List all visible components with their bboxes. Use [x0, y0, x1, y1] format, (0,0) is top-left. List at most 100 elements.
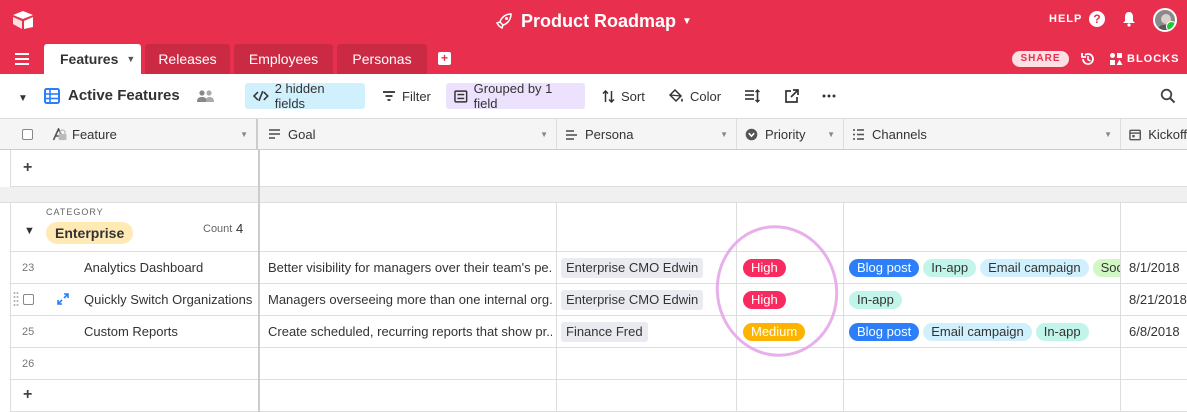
collapse-group-icon[interactable]: ▼: [24, 225, 35, 237]
group-icon: [454, 89, 468, 103]
priority-cell[interactable]: Medium: [743, 316, 841, 347]
priority-cell[interactable]: High: [743, 252, 841, 283]
goal-cell[interactable]: Better visibility for managers over thei…: [268, 252, 552, 283]
column-header-kickoff[interactable]: Kickoff: [1121, 119, 1187, 149]
kickoff-cell[interactable]: 8/1/2018: [1129, 252, 1187, 283]
persona-cell[interactable]: Finance Fred: [561, 316, 735, 347]
channel-pill: Blog post: [849, 258, 920, 277]
select-all-checkbox[interactable]: [22, 128, 33, 140]
view-switcher-caret-icon[interactable]: ▼: [18, 93, 28, 104]
airtable-logo-icon[interactable]: [12, 10, 34, 30]
feature-cell[interactable]: Quickly Switch Organizations: [84, 284, 254, 315]
channels-cell[interactable]: Blog post In-app Email campaign Soci: [849, 252, 1120, 283]
persona-column-menu-icon[interactable]: ▼: [720, 130, 728, 139]
column-header-feature[interactable]: Feature ▼: [0, 119, 258, 149]
hamburger-menu-icon[interactable]: [15, 53, 29, 65]
grid-view-icon[interactable]: [44, 88, 60, 104]
column-header-goal[interactable]: Goal ▼: [260, 119, 557, 149]
link-icon: [566, 129, 577, 140]
persona-cell[interactable]: Enterprise CMO Edwin: [561, 284, 735, 315]
linked-record[interactable]: Enterprise CMO Edwin: [561, 257, 704, 278]
row-number: 23: [22, 262, 35, 274]
bell-icon[interactable]: [1121, 11, 1137, 27]
group-gap: [0, 187, 1187, 203]
column-divider: [843, 203, 844, 412]
kickoff-cell[interactable]: 6/8/2018: [1129, 316, 1187, 347]
channel-pill: In-app: [849, 290, 902, 309]
color-button[interactable]: Color: [661, 83, 729, 109]
row-number: 26: [22, 358, 35, 370]
history-icon[interactable]: [1080, 51, 1096, 67]
collaborators-icon[interactable]: [197, 89, 214, 103]
channels-cell[interactable]: In-app: [849, 284, 1120, 315]
channel-pill: Email campaign: [980, 258, 1089, 277]
add-table-button[interactable]: +: [438, 52, 451, 65]
goal-cell[interactable]: Create scheduled, recurring reports that…: [268, 316, 552, 347]
column-header-persona[interactable]: Persona ▼: [557, 119, 737, 149]
blocks-icon[interactable]: [1109, 52, 1123, 66]
priority-pill: Medium: [743, 322, 806, 341]
drag-handle-icon[interactable]: [13, 291, 19, 307]
group-header-right: [260, 203, 1187, 252]
group-button[interactable]: Grouped by 1 field: [446, 81, 585, 111]
column-header-row: Feature ▼ Goal ▼ Persona ▼ Priority ▼ Ch…: [0, 119, 1187, 150]
base-title[interactable]: Product Roadmap: [521, 11, 676, 32]
feature-cell[interactable]: Analytics Dashboard: [84, 252, 254, 283]
tab-features[interactable]: Features ▼: [44, 44, 141, 74]
sort-button[interactable]: Sort: [594, 83, 653, 109]
share-view-icon[interactable]: [784, 88, 800, 104]
table-row[interactable]: [10, 348, 258, 380]
tab-releases[interactable]: Releases: [145, 44, 230, 74]
add-row-previous-group[interactable]: +: [10, 150, 258, 187]
priority-cell[interactable]: High: [743, 284, 841, 315]
channels-cell[interactable]: Blog post Email campaign In-app: [849, 316, 1120, 347]
date-icon: [1129, 129, 1141, 140]
add-row-previous-group-right[interactable]: [260, 150, 1187, 187]
channel-pill: In-app: [1035, 322, 1089, 341]
tab-employees[interactable]: Employees: [234, 44, 333, 74]
priority-column-menu-icon[interactable]: ▼: [827, 130, 835, 139]
more-options-icon[interactable]: [821, 88, 837, 104]
share-button[interactable]: SHARE: [1012, 51, 1069, 67]
help-link[interactable]: HELP: [1049, 13, 1082, 25]
multi-select-icon: [853, 128, 864, 140]
top-bar: Product Roadmap ▼ HELP ? Features ▼ Relea…: [0, 0, 1187, 74]
expand-record-icon[interactable]: [57, 293, 69, 305]
add-row-button[interactable]: +: [10, 380, 258, 412]
persona-cell[interactable]: Enterprise CMO Edwin: [561, 252, 735, 283]
tab-personas[interactable]: Personas: [337, 44, 427, 74]
frozen-column-divider[interactable]: [258, 150, 260, 412]
channel-pill: Blog post: [849, 322, 920, 341]
column-header-priority[interactable]: Priority ▼: [737, 119, 844, 149]
hidden-fields-button[interactable]: 2 hidden fields: [245, 81, 365, 111]
search-icon[interactable]: [1160, 88, 1176, 104]
add-row-right[interactable]: [260, 380, 1187, 412]
row-checkbox[interactable]: [23, 294, 34, 305]
goal-cell[interactable]: Managers overseeing more than one intern…: [268, 284, 552, 315]
row-height-icon[interactable]: [744, 88, 760, 104]
single-select-icon: [745, 128, 758, 140]
user-avatar[interactable]: [1153, 8, 1177, 32]
feature-column-menu-icon[interactable]: ▼: [240, 130, 248, 139]
view-name[interactable]: Active Features: [68, 87, 180, 104]
linked-record[interactable]: Enterprise CMO Edwin: [561, 289, 704, 310]
channels-column-menu-icon[interactable]: ▼: [1104, 130, 1112, 139]
blocks-button[interactable]: BLOCKS: [1127, 53, 1179, 65]
column-divider: [556, 203, 557, 412]
linked-record[interactable]: Finance Fred: [561, 321, 648, 342]
filter-icon: [383, 91, 395, 101]
channel-pill: Soci: [1092, 258, 1120, 277]
column-header-channels[interactable]: Channels ▼: [844, 119, 1121, 149]
row-number: 25: [22, 326, 35, 338]
help-icon[interactable]: ?: [1089, 11, 1105, 27]
group-count-label: Count: [203, 223, 233, 235]
tab-caret-icon[interactable]: ▼: [126, 54, 135, 64]
base-title-caret-icon[interactable]: ▼: [682, 16, 692, 27]
goal-column-menu-icon[interactable]: ▼: [540, 130, 548, 139]
channel-pill: Email campaign: [923, 322, 1032, 341]
feature-cell[interactable]: Custom Reports: [84, 316, 254, 347]
kickoff-cell[interactable]: 8/21/2018: [1129, 284, 1187, 315]
table-row-right[interactable]: [260, 348, 1187, 380]
paint-bucket-icon: [669, 89, 683, 103]
filter-button[interactable]: Filter: [374, 83, 439, 109]
